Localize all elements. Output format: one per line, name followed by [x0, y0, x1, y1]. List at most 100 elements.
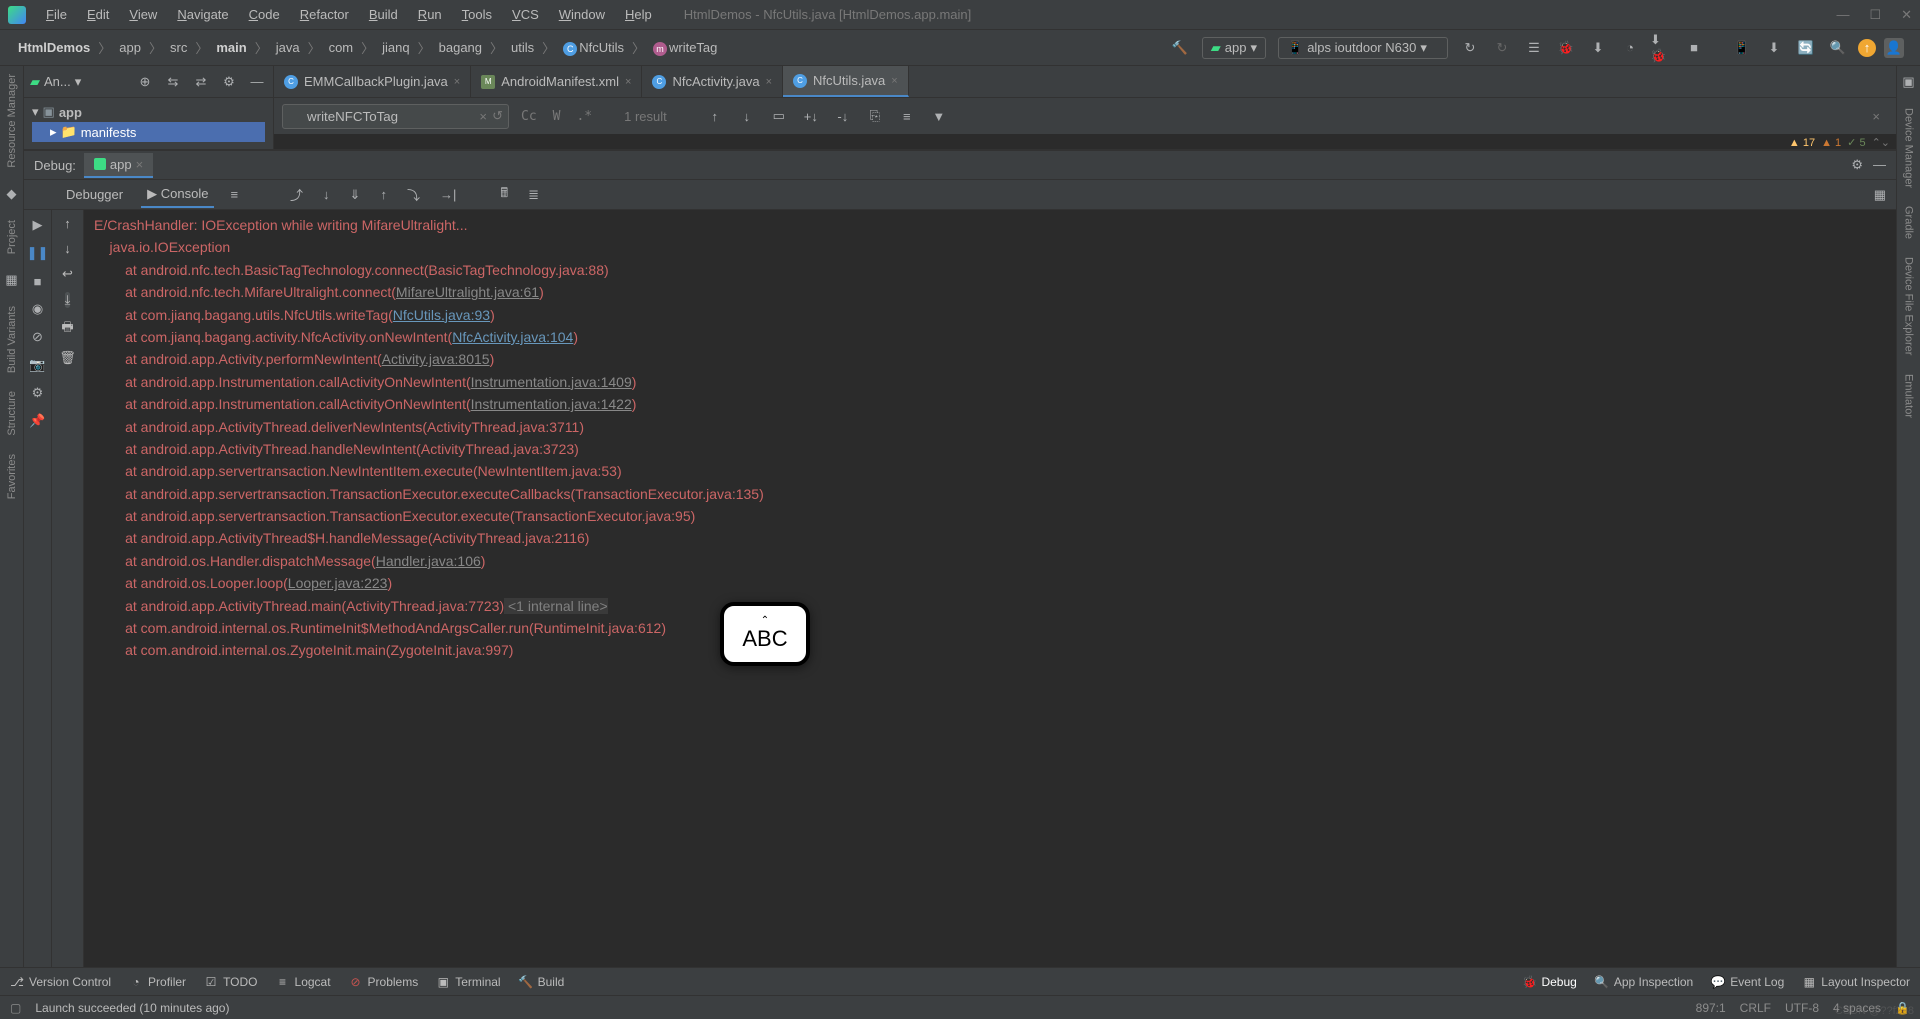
- device-manager-icon[interactable]: ▣: [1902, 74, 1914, 90]
- editor-tab[interactable]: CNfcActivity.java×: [642, 66, 783, 97]
- menu-run[interactable]: Run: [410, 3, 450, 26]
- menu-code[interactable]: Code: [241, 3, 288, 26]
- menu-help[interactable]: Help: [617, 3, 660, 26]
- console-tab[interactable]: ▶ Console: [141, 182, 214, 208]
- up-stack-icon[interactable]: ↑: [64, 216, 71, 231]
- history-icon[interactable]: ↺: [492, 108, 503, 124]
- gear-icon[interactable]: ⚙: [1851, 157, 1863, 173]
- file-encoding[interactable]: UTF-8: [1785, 1001, 1819, 1015]
- breadcrumb-utils[interactable]: utils: [507, 38, 538, 57]
- debugger-tab[interactable]: Debugger: [60, 183, 129, 206]
- close-tab-icon[interactable]: ×: [891, 75, 897, 87]
- tree-node-manifests[interactable]: ▸ 📁 manifests: [32, 122, 265, 142]
- evaluate-icon[interactable]: 🖩: [496, 184, 512, 206]
- match-case-toggle[interactable]: Cc: [517, 109, 541, 124]
- coverage-button[interactable]: ⬇: [1586, 36, 1610, 60]
- rerun-button[interactable]: ▶: [29, 216, 47, 234]
- btab-todo[interactable]: ☑TODO: [204, 975, 257, 989]
- layout-icon[interactable]: ▦: [1870, 187, 1896, 203]
- btab-event-log[interactable]: 💬Event Log: [1711, 975, 1784, 989]
- breadcrumb-htmldemos[interactable]: HtmlDemos: [14, 38, 94, 57]
- close-button[interactable]: ✕: [1901, 7, 1912, 23]
- menu-file[interactable]: File: [38, 3, 75, 26]
- stop-button[interactable]: ■: [1682, 36, 1706, 60]
- editor-tab[interactable]: CNfcUtils.java×: [783, 66, 909, 97]
- caret-position[interactable]: 897:1: [1696, 1001, 1726, 1015]
- breadcrumb-src[interactable]: src: [166, 38, 191, 57]
- hide-icon[interactable]: —: [247, 72, 267, 92]
- menu-build[interactable]: Build: [361, 3, 406, 26]
- profile-button[interactable]: ◔: [1618, 36, 1642, 60]
- resource-manager-icon[interactable]: ◆: [7, 186, 17, 202]
- run-icon[interactable]: ☰: [1522, 36, 1546, 60]
- debug-session-tab[interactable]: app ×: [84, 153, 153, 178]
- settings-icon[interactable]: ⚙: [29, 384, 47, 402]
- prev-match-button[interactable]: ↑: [703, 104, 727, 128]
- btab-debug[interactable]: 🐞Debug: [1522, 975, 1576, 989]
- editor-tab[interactable]: MAndroidManifest.xml×: [471, 66, 642, 97]
- stack-trace-link[interactable]: RuntimeInit.java:612: [534, 620, 662, 636]
- inspection-chevron-icon[interactable]: ⌃⌄: [1872, 136, 1890, 149]
- rail-favorites[interactable]: Favorites: [6, 454, 18, 499]
- apply-changes-button[interactable]: ↻: [1490, 36, 1514, 60]
- breadcrumb-jianq[interactable]: jianq: [378, 38, 413, 57]
- btab-profiler[interactable]: ◔Profiler: [129, 975, 186, 989]
- menu-refactor[interactable]: Refactor: [292, 3, 357, 26]
- rail-structure[interactable]: Structure: [6, 391, 18, 436]
- minimize-button[interactable]: —: [1836, 7, 1849, 23]
- stack-trace-link[interactable]: NfcActivity.java:104: [452, 329, 573, 345]
- rail-gradle[interactable]: Gradle: [1903, 206, 1915, 239]
- maximize-button[interactable]: ☐: [1869, 7, 1881, 23]
- console-output[interactable]: E/CrashHandler: IOException while writin…: [84, 210, 1896, 967]
- next-match-button[interactable]: ↓: [735, 104, 759, 128]
- build-icon[interactable]: 🔨: [1168, 36, 1192, 60]
- words-toggle[interactable]: W: [549, 109, 565, 124]
- select-all-occurrences-button[interactable]: ⎘: [863, 104, 887, 128]
- soft-wrap-icon[interactable]: ↩: [62, 266, 73, 282]
- menu-window[interactable]: Window: [551, 3, 613, 26]
- breadcrumb-main[interactable]: main: [212, 38, 250, 57]
- rail-build-variants[interactable]: Build Variants: [6, 306, 18, 373]
- stack-trace-link[interactable]: Activity.java:8015: [382, 351, 490, 367]
- btab-layout-inspector[interactable]: ▦Layout Inspector: [1802, 975, 1910, 989]
- statusbar-icon[interactable]: ▢: [10, 1001, 21, 1015]
- pause-button[interactable]: ❚❚: [29, 244, 47, 262]
- select-opened-file-icon[interactable]: ⊕: [135, 72, 155, 92]
- expand-all-icon[interactable]: ⇆: [163, 72, 183, 92]
- editor-tab[interactable]: CEMMCallbackPlugin.java×: [274, 66, 471, 97]
- breadcrumb-writetag[interactable]: mwriteTag: [649, 38, 721, 58]
- pin-icon[interactable]: 📌: [29, 412, 47, 430]
- hide-icon[interactable]: —: [1873, 157, 1886, 173]
- stack-trace-link[interactable]: Looper.java:223: [288, 575, 388, 591]
- filter-icon[interactable]: ▼: [927, 104, 951, 128]
- force-step-into-icon[interactable]: ⇓: [346, 187, 365, 203]
- drop-frame-icon[interactable]: ⤵: [403, 185, 424, 204]
- errors-badge[interactable]: ▲ 1: [1821, 137, 1841, 149]
- stack-trace-link[interactable]: ActivityThread.java:3723: [421, 441, 574, 457]
- sync-button[interactable]: 🔄: [1794, 36, 1818, 60]
- menu-tools[interactable]: Tools: [454, 3, 500, 26]
- run-button[interactable]: ↻: [1458, 36, 1482, 60]
- remove-selection-button[interactable]: -↓: [831, 104, 855, 128]
- stack-trace-link[interactable]: ActivityThread.java:2116: [433, 530, 585, 546]
- stack-trace-link[interactable]: TransactionExecutor.java:135: [575, 486, 759, 502]
- btab-app-inspection[interactable]: 🔍App Inspection: [1595, 975, 1693, 989]
- stack-trace-link[interactable]: MifareUltralight.java:61: [396, 284, 539, 300]
- clear-all-icon[interactable]: 🗑: [59, 350, 76, 366]
- device-selector[interactable]: 📱 alps ioutdoor N630 ▾: [1278, 37, 1448, 59]
- stack-trace-link[interactable]: BasicTagTechnology.java:88: [428, 262, 604, 278]
- btab-problems[interactable]: ⊘Problems: [349, 975, 419, 989]
- breadcrumb-com[interactable]: com: [325, 38, 358, 57]
- stack-trace-link[interactable]: Handler.java:106: [376, 553, 481, 569]
- btab-build[interactable]: 🔨Build: [519, 975, 565, 989]
- trace-icon[interactable]: ≣: [524, 187, 543, 203]
- close-tab-icon[interactable]: ×: [766, 76, 772, 88]
- ime-indicator[interactable]: ⌃ ABC: [720, 602, 810, 666]
- menu-navigate[interactable]: Navigate: [169, 3, 236, 26]
- stack-trace-link[interactable]: Instrumentation.java:1409: [471, 374, 632, 390]
- toggle-button[interactable]: ≡: [895, 104, 919, 128]
- stack-trace-link[interactable]: Instrumentation.java:1422: [471, 396, 632, 412]
- stack-trace-link[interactable]: NfcUtils.java:93: [393, 307, 490, 323]
- menu-vcs[interactable]: VCS: [504, 3, 547, 26]
- close-search-button[interactable]: ×: [1864, 109, 1888, 124]
